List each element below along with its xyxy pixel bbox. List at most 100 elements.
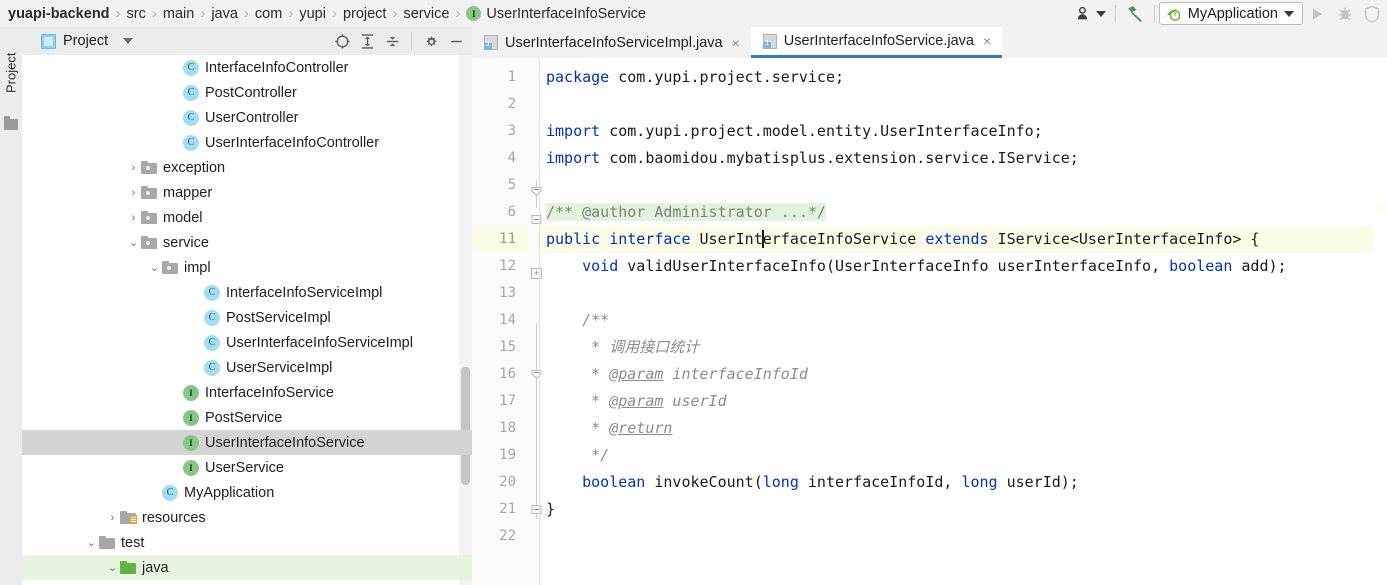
breadcrumb-item-yupi[interactable]: yupi [299,0,326,27]
tree-node-InterfaceInfoServiceImpl[interactable]: C InterfaceInfoServiceImpl [22,280,472,305]
chevron-down-icon[interactable] [1095,10,1106,17]
project-panel-toolbar [332,27,466,55]
gutter-line-18[interactable]: 18 [472,415,528,442]
code-line-5[interactable] [540,172,1387,199]
chevron-down-icon[interactable]: ⌄ [127,230,140,255]
gutter-line-4[interactable]: 4 [472,145,528,172]
code-line-13[interactable] [540,280,1387,307]
tree-node-PostServiceImpl[interactable]: C PostServiceImpl [22,305,472,330]
gutter-line-14[interactable]: 14 [472,307,528,334]
gutter-line-22[interactable]: 22 [472,523,528,550]
code-line-21[interactable]: } [540,496,1387,523]
chevron-right-icon[interactable]: › [127,155,140,180]
build-project-button[interactable] [1120,0,1150,27]
close-icon[interactable]: × [981,34,993,48]
locate-icon[interactable] [332,31,352,51]
project-panel-title-group[interactable]: Project [22,33,134,49]
code-line-11[interactable]: public interface UserInterfaceInfoServic… [540,226,1387,253]
tree-node-InterfaceInfoService[interactable]: I InterfaceInfoService [22,380,472,405]
code-line-15[interactable]: * 调用接口统计 [540,334,1387,361]
editor-gutter[interactable]: 1 2 3 4 5 6 11 12 13 14 15 16 17 18 19 20 21 22 + [472,58,542,585]
tree-node-mapper[interactable]: › mapper [22,180,472,205]
breadcrumb-item-project[interactable]: project [343,0,387,27]
chevron-right-icon[interactable]: › [127,205,140,230]
tree-node-PostService[interactable]: I PostService [22,405,472,430]
tree-node-UserInterfaceInfoService[interactable]: I UserInterfaceInfoService [22,430,472,455]
editor-scrollbar[interactable] [1374,58,1387,585]
gutter-line-16[interactable]: 16 [472,361,528,388]
gutter-line-15[interactable]: 15 [472,334,528,361]
code-line-2[interactable] [540,91,1387,118]
breadcrumb-item-java[interactable]: java [211,0,238,27]
code-editor[interactable]: 1 2 3 4 5 6 11 12 13 14 15 16 17 18 19 20 21 22 + [472,58,1387,585]
gutter-line-6[interactable]: 6 [472,199,528,226]
tree-node-PostController[interactable]: C PostController [22,80,472,105]
user-account-button[interactable] [1070,0,1111,27]
tree-node-UserInterfaceInfoController[interactable]: C UserInterfaceInfoController [22,130,472,155]
editor-tab-UserInterfaceInfoService[interactable]: UserInterfaceInfoService.java × [750,27,1003,58]
code-line-22[interactable] [540,523,1387,550]
gutter-line-11[interactable]: 11 [472,226,528,253]
collapse-all-icon[interactable] [382,31,402,51]
code-line-17[interactable]: * @param userId [540,388,1387,415]
chevron-right-icon[interactable]: › [106,505,119,530]
tree-node-MyApplication[interactable]: C MyApplication [22,480,472,505]
code-line-3[interactable]: import com.yupi.project.model.entity.Use… [540,118,1387,145]
breadcrumb-root[interactable]: yuapi-backend [8,0,110,27]
settings-gear-icon[interactable] [421,31,441,51]
gutter-line-2[interactable]: 2 [472,91,528,118]
code-line-12[interactable]: void validUserInterfaceInfo(UserInterfac… [540,253,1387,280]
tree-node-UserInterfaceInfoServiceImpl[interactable]: C UserInterfaceInfoServiceImpl [22,330,472,355]
chevron-down-icon[interactable]: ⌄ [106,555,119,580]
tree-node-test[interactable]: ⌄ test [22,530,472,555]
minimize-icon[interactable] [446,31,466,51]
tree-node-model[interactable]: › model [22,205,472,230]
tree-node-UserController[interactable]: C UserController [22,105,472,130]
gutter-line-13[interactable]: 13 [472,280,528,307]
gutter-line-5[interactable]: 5 [472,172,528,199]
tree-node-UserServiceImpl[interactable]: C UserServiceImpl [22,355,472,380]
tree-node-InterfaceInfoController[interactable]: C InterfaceInfoController [22,55,472,80]
gutter-line-12[interactable]: 12 [472,253,528,280]
tree-node-java[interactable]: ⌄ java [22,555,472,580]
breadcrumb-item-main[interactable]: main [163,0,194,27]
breadcrumb-item-file[interactable]: I UserInterfaceInfoService [466,0,646,27]
code-lines[interactable]: package com.yupi.project.service; import … [540,58,1387,585]
chevron-down-icon[interactable]: ⌄ [85,530,98,555]
chevron-right-icon[interactable]: › [127,180,140,205]
tree-node-resources[interactable]: › resources [22,505,472,530]
code-line-20[interactable]: boolean invokeCount(long interfaceInfoId… [540,469,1387,496]
code-line-1[interactable]: package com.yupi.project.service; [540,64,1387,91]
expand-all-icon[interactable] [357,31,377,51]
code-line-14[interactable]: /** [540,307,1387,334]
close-icon[interactable]: × [730,36,742,50]
run-configuration-selector[interactable]: MyApplication [1158,2,1303,25]
gutter-line-20[interactable]: 20 [472,469,528,496]
breadcrumb-item-com[interactable]: com [255,0,282,27]
tree-node-service[interactable]: ⌄ service [22,230,472,255]
code-line-16[interactable]: * @param interfaceInfoId [540,361,1387,388]
chevron-down-icon[interactable]: ⌄ [148,255,161,280]
gutter-line-19[interactable]: 19 [472,442,528,469]
run-button[interactable] [1303,0,1331,27]
gutter-line-17[interactable]: 17 [472,388,528,415]
chevron-down-icon[interactable] [1284,10,1294,17]
code-line-6[interactable]: /** @author Administrator ...*/ [540,199,1387,226]
tool-window-button-project[interactable]: Project [0,33,22,113]
gutter-line-3[interactable]: 3 [472,118,528,145]
code-line-18[interactable]: * @return [540,415,1387,442]
code-line-19[interactable]: */ [540,442,1387,469]
project-tree[interactable]: C InterfaceInfoController C PostController C… [22,55,472,585]
tree-node-UserService[interactable]: I UserService [22,455,472,480]
tree-node-impl[interactable]: ⌄ impl [22,255,472,280]
breadcrumb-item-src[interactable]: src [127,0,146,27]
breadcrumb-item-service[interactable]: service [403,0,449,27]
coverage-button[interactable] [1359,0,1385,27]
code-line-4[interactable]: import com.baomidou.mybatisplus.extensio… [540,145,1387,172]
tree-node-exception[interactable]: › exception [22,155,472,180]
gutter-line-1[interactable]: 1 [472,64,528,91]
debug-button[interactable] [1331,0,1359,27]
gutter-line-21[interactable]: 21 [472,496,528,523]
editor-tab-UserInterfaceInfoServiceImpl[interactable]: UserInterfaceInfoServiceImpl.java × [472,27,751,58]
chevron-down-icon[interactable] [123,38,134,44]
